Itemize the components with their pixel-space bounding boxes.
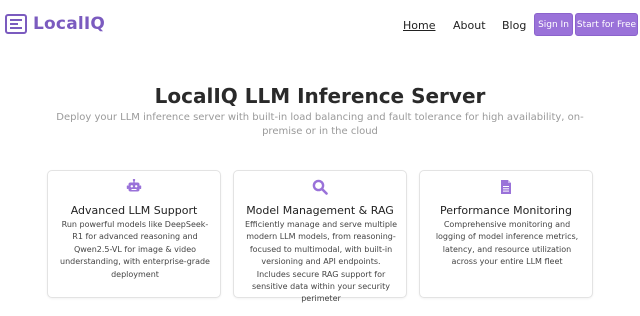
feature-card-llm-support: Advanced LLM Support Run powerful models…	[47, 170, 221, 298]
sign-in-button[interactable]: Sign In	[534, 13, 573, 36]
brand-logo[interactable]: LocalIQ	[5, 14, 105, 34]
nav-about-link[interactable]: About	[453, 19, 486, 32]
brand-name: LocalIQ	[33, 14, 106, 34]
site-header: LocalIQ Home About Blog Sign In Start fo…	[0, 0, 640, 50]
page-title: LocalIQ LLM Inference Server	[154, 84, 486, 108]
robot-icon	[48, 179, 220, 195]
nav-home-link[interactable]: Home	[403, 19, 435, 32]
document-icon	[420, 179, 592, 195]
feature-card-performance-monitoring: Performance Monitoring Comprehensive mon…	[419, 170, 593, 298]
search-icon	[234, 179, 406, 195]
feature-title: Model Management & RAG	[246, 204, 394, 217]
feature-description: Comprehensive monitoring and logging of …	[435, 220, 579, 267]
feature-description: Run powerful models like DeepSeek-R1 for…	[60, 220, 210, 279]
hero-subtitle: Deploy your LLM inference server with bu…	[56, 112, 584, 137]
feature-title: Performance Monitoring	[439, 204, 573, 217]
feature-title: Advanced LLM Support	[70, 204, 198, 217]
start-free-button[interactable]: Start for Free	[575, 13, 638, 36]
nav-blog-link[interactable]: Blog	[502, 19, 526, 32]
server-icon	[5, 14, 27, 34]
feature-description: Efficiently manage and serve multiple mo…	[244, 220, 398, 304]
feature-card-model-management: Model Management & RAG Efficiently manag…	[233, 170, 407, 303]
